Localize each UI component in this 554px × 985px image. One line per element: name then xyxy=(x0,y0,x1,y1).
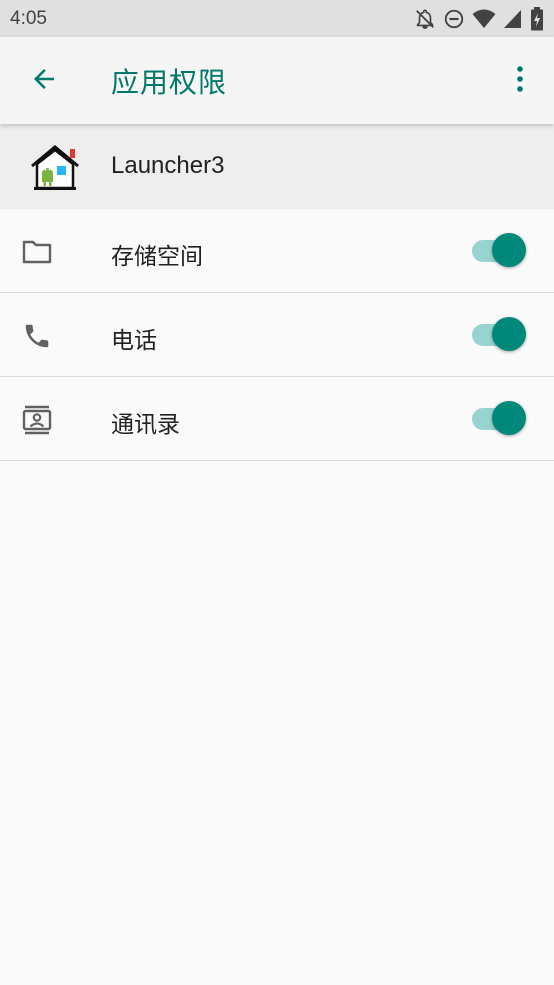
status-icons xyxy=(414,6,544,31)
switch-thumb xyxy=(492,401,526,435)
folder-icon xyxy=(20,235,54,269)
status-time: 4:05 xyxy=(10,7,47,29)
cell-signal-icon xyxy=(503,8,523,30)
permission-switch-storage[interactable] xyxy=(472,233,526,269)
do-not-disturb-icon xyxy=(443,8,465,30)
app-name: Launcher3 xyxy=(111,152,225,179)
back-button[interactable] xyxy=(22,59,66,103)
arrow-back-icon xyxy=(29,64,59,98)
notifications-off-icon xyxy=(414,8,436,30)
permission-row-contacts[interactable]: 通讯录 xyxy=(0,377,554,461)
app-header: Launcher3 xyxy=(0,124,554,209)
app-bar: 应用权限 xyxy=(0,37,554,124)
battery-charging-icon xyxy=(530,6,544,31)
permission-switch-phone[interactable] xyxy=(472,317,526,353)
phone-icon xyxy=(20,319,54,353)
permission-label: 存储空间 xyxy=(111,244,203,270)
page-title: 应用权限 xyxy=(111,66,228,99)
permission-switch-contacts[interactable] xyxy=(472,401,526,437)
status-bar: 4:05 xyxy=(0,0,554,37)
more-vert-icon xyxy=(515,65,525,97)
permission-row-phone[interactable]: 电话 xyxy=(0,293,554,377)
permission-label: 通讯录 xyxy=(111,412,180,438)
switch-thumb xyxy=(492,233,526,267)
permission-label: 电话 xyxy=(111,328,157,354)
switch-thumb xyxy=(492,317,526,351)
launcher-house-icon xyxy=(28,144,82,192)
overflow-menu-button[interactable] xyxy=(500,59,540,103)
wifi-icon xyxy=(472,8,496,30)
contacts-icon xyxy=(20,403,54,437)
permission-row-storage[interactable]: 存储空间 xyxy=(0,209,554,293)
permission-list: 存储空间 电话 通讯录 xyxy=(0,209,554,461)
